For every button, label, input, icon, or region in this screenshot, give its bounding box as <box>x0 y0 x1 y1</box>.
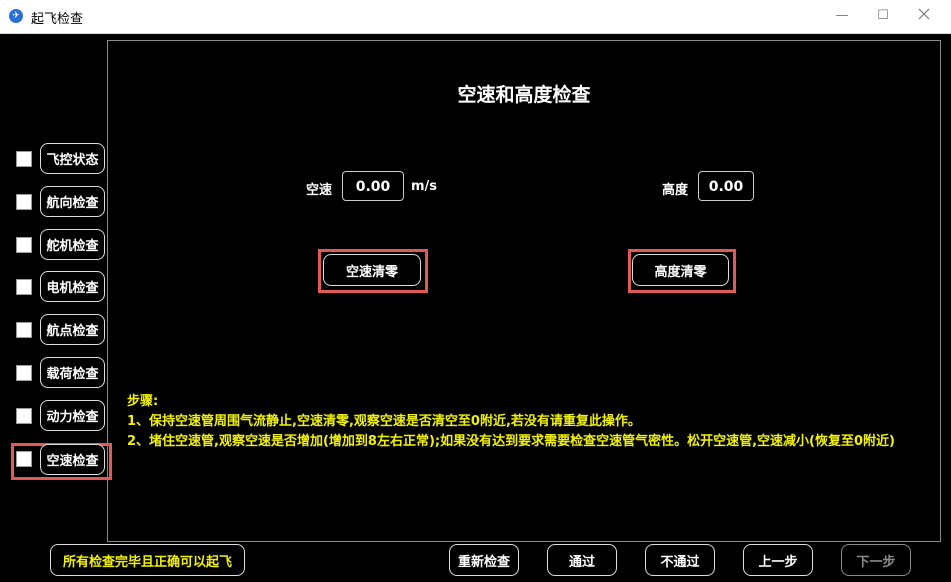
steps-title: 步骤: <box>127 394 159 409</box>
next-step-button[interactable]: 下一步 <box>841 544 911 576</box>
steps-line-1: 1、保持空速管周围气流静止,空速清零,观察空速是否清空至0附近,若没有请重复此操… <box>127 414 641 429</box>
check-panel <box>107 40 941 542</box>
airspeed-value-field[interactable]: 0.00 <box>342 171 404 201</box>
recheck-button[interactable]: 重新检查 <box>449 544 519 576</box>
nav-power-check[interactable]: 动力检查 <box>40 400 105 431</box>
close-button[interactable] <box>914 8 934 24</box>
checkbox-airspeed[interactable] <box>16 451 32 467</box>
airspeed-zero-button[interactable]: 空速清零 <box>323 254 421 286</box>
pass-button[interactable]: 通过 <box>547 544 617 576</box>
checkbox-power[interactable] <box>16 408 32 424</box>
window-title: 起飞检查 <box>31 12 84 27</box>
nav-payload-check[interactable]: 载荷检查 <box>40 357 105 388</box>
nav-waypoint-check[interactable]: 航点检查 <box>40 314 105 345</box>
altitude-label: 高度 <box>662 183 689 198</box>
maximize-button[interactable]: ☐ <box>873 8 893 24</box>
nav-heading-check[interactable]: 航向检查 <box>40 186 105 217</box>
steps-line-2: 2、堵住空速管,观察空速是否增加(增加到8左右正常);如果没有达到要求需要检查空… <box>127 434 895 449</box>
nav-servo-check[interactable]: 舵机检查 <box>40 229 105 260</box>
fail-button[interactable]: 不通过 <box>645 544 715 576</box>
minimize-button[interactable]: — <box>832 8 852 24</box>
checkbox-heading[interactable] <box>16 194 32 210</box>
drone-app-icon: ✈ <box>9 9 23 23</box>
airspeed-label: 空速 <box>306 183 333 198</box>
page-title: 空速和高度检查 <box>457 84 591 106</box>
checkbox-flight-control[interactable] <box>16 151 32 167</box>
airspeed-unit: m/s <box>411 179 438 194</box>
window-titlebar: ✈ 起飞检查 — ☐ <box>0 0 951 34</box>
steps-instructions: 步骤: 1、保持空速管周围气流静止,空速清零,观察空速是否清空至0附近,若没有请… <box>127 392 942 452</box>
checkbox-servo[interactable] <box>16 237 32 253</box>
checkbox-waypoint[interactable] <box>16 322 32 338</box>
close-icon <box>918 8 930 20</box>
all-checks-complete-button[interactable]: 所有检查完毕且正确可以起飞 <box>50 544 245 576</box>
altitude-zero-button[interactable]: 高度清零 <box>632 254 729 286</box>
altitude-value-field[interactable]: 0.00 <box>698 171 754 201</box>
checkbox-motor[interactable] <box>16 279 32 295</box>
nav-motor-check[interactable]: 电机检查 <box>40 271 105 302</box>
nav-flight-control-status[interactable]: 飞控状态 <box>40 143 105 174</box>
checkbox-payload[interactable] <box>16 365 32 381</box>
nav-airspeed-check[interactable]: 空速检查 <box>40 444 105 475</box>
previous-step-button[interactable]: 上一步 <box>743 544 813 576</box>
